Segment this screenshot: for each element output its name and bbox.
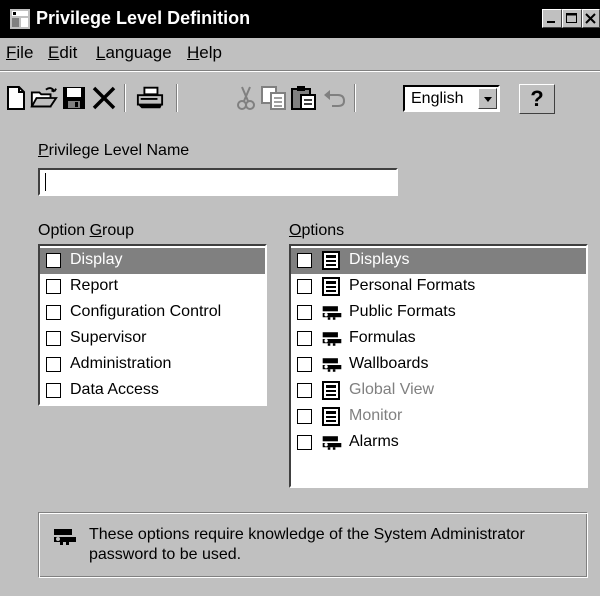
privilege-level-name-label: Privilege Level Name — [38, 142, 190, 159]
menu-language[interactable]: Language — [96, 43, 172, 63]
options-list[interactable]: Displays Personal Formats Public Formats… — [289, 244, 588, 488]
save-disk-icon — [63, 87, 85, 109]
password-note-panel: These options require knowledge of the S… — [38, 512, 588, 578]
key-icon — [322, 332, 342, 346]
language-select[interactable]: English — [403, 85, 500, 112]
toolbar: English ? — [0, 76, 600, 120]
list-item-report[interactable]: Report — [40, 274, 265, 300]
toolbar-separator — [354, 84, 356, 112]
checkbox[interactable] — [297, 279, 312, 294]
option-group-label: Option Group — [38, 222, 135, 239]
menu-help[interactable]: Help — [187, 43, 222, 63]
undo-icon — [324, 90, 346, 107]
chevron-down-icon — [483, 97, 492, 102]
privilege-level-name-input[interactable] — [38, 168, 398, 196]
print-icon — [136, 86, 164, 109]
key-icon — [322, 436, 342, 450]
save-button[interactable] — [60, 84, 88, 112]
new-file-icon — [7, 86, 25, 110]
window-title: Privilege Level Definition — [36, 8, 251, 28]
paste-button[interactable] — [290, 84, 318, 112]
list-item-administration[interactable]: Administration — [40, 352, 265, 378]
title-bar[interactable]: Privilege Level Definition — [0, 0, 600, 38]
open-button[interactable] — [30, 84, 58, 112]
copy-icon — [261, 86, 286, 110]
checkbox[interactable] — [46, 383, 61, 398]
menu-separator — [0, 70, 600, 72]
checkbox[interactable] — [297, 409, 312, 424]
list-item-personal-formats[interactable]: Personal Formats — [291, 274, 586, 300]
list-item-display[interactable]: Display — [40, 248, 265, 274]
language-select-value: English — [411, 90, 464, 107]
display-icon — [322, 251, 340, 270]
paste-clipboard-icon — [291, 86, 316, 110]
list-item-global-view[interactable]: Global View — [291, 378, 586, 404]
list-item-alarms[interactable]: Alarms — [291, 430, 586, 456]
delete-button[interactable] — [90, 84, 118, 112]
close-icon — [585, 13, 596, 24]
display-icon — [322, 277, 340, 296]
minimize-button[interactable] — [542, 9, 562, 28]
copy-button[interactable] — [260, 84, 288, 112]
options-label: Options — [289, 222, 345, 239]
undo-button[interactable] — [320, 84, 348, 112]
menu-edit[interactable]: Edit — [48, 43, 77, 63]
list-item-public-formats[interactable]: Public Formats — [291, 300, 586, 326]
checkbox[interactable] — [297, 253, 312, 268]
help-question-icon: ? — [530, 86, 544, 111]
checkbox[interactable] — [46, 357, 61, 372]
toolbar-separator — [176, 84, 178, 112]
list-item-formulas[interactable]: Formulas — [291, 326, 586, 352]
cut-button[interactable] — [232, 84, 260, 112]
list-item-data-access[interactable]: Data Access — [40, 378, 265, 404]
option-group-list[interactable]: Display Report Configuration Control Sup… — [38, 244, 267, 406]
minimize-icon — [547, 21, 555, 23]
checkbox[interactable] — [297, 383, 312, 398]
display-icon — [322, 381, 340, 400]
menu-bar: File Edit Language Help — [0, 40, 600, 66]
checkbox[interactable] — [297, 435, 312, 450]
checkbox[interactable] — [297, 305, 312, 320]
checkbox[interactable] — [297, 357, 312, 372]
maximize-button[interactable] — [562, 9, 582, 28]
checkbox[interactable] — [297, 331, 312, 346]
key-icon — [54, 529, 76, 545]
open-folder-icon — [30, 87, 58, 108]
privilege-level-window: Privilege Level Definition File Edit Lan… — [0, 0, 600, 596]
password-note-text: These options require knowledge of the S… — [89, 525, 579, 565]
checkbox[interactable] — [46, 253, 61, 268]
menu-file[interactable]: File — [6, 43, 33, 63]
close-button[interactable] — [582, 9, 600, 28]
app-icon — [10, 9, 30, 29]
print-button[interactable] — [136, 84, 164, 112]
display-icon — [322, 407, 340, 426]
list-item-monitor[interactable]: Monitor — [291, 404, 586, 430]
delete-x-icon — [92, 86, 116, 110]
key-icon — [322, 306, 342, 320]
new-button[interactable] — [2, 84, 30, 112]
note-line-2: password to be used. — [89, 546, 242, 563]
maximize-icon — [566, 13, 577, 23]
dropdown-arrow-button[interactable] — [478, 88, 497, 109]
checkbox[interactable] — [46, 279, 61, 294]
cut-scissors-icon — [237, 86, 255, 110]
help-button[interactable]: ? — [519, 84, 555, 114]
text-cursor — [45, 173, 46, 191]
checkbox[interactable] — [46, 331, 61, 346]
key-icon — [322, 358, 342, 372]
list-item-wallboards[interactable]: Wallboards — [291, 352, 586, 378]
list-item-configuration-control[interactable]: Configuration Control — [40, 300, 265, 326]
list-item-displays[interactable]: Displays — [291, 248, 586, 274]
checkbox[interactable] — [46, 305, 61, 320]
toolbar-separator — [124, 84, 126, 112]
note-line-1: These options require knowledge of the S… — [89, 526, 525, 543]
list-item-supervisor[interactable]: Supervisor — [40, 326, 265, 352]
